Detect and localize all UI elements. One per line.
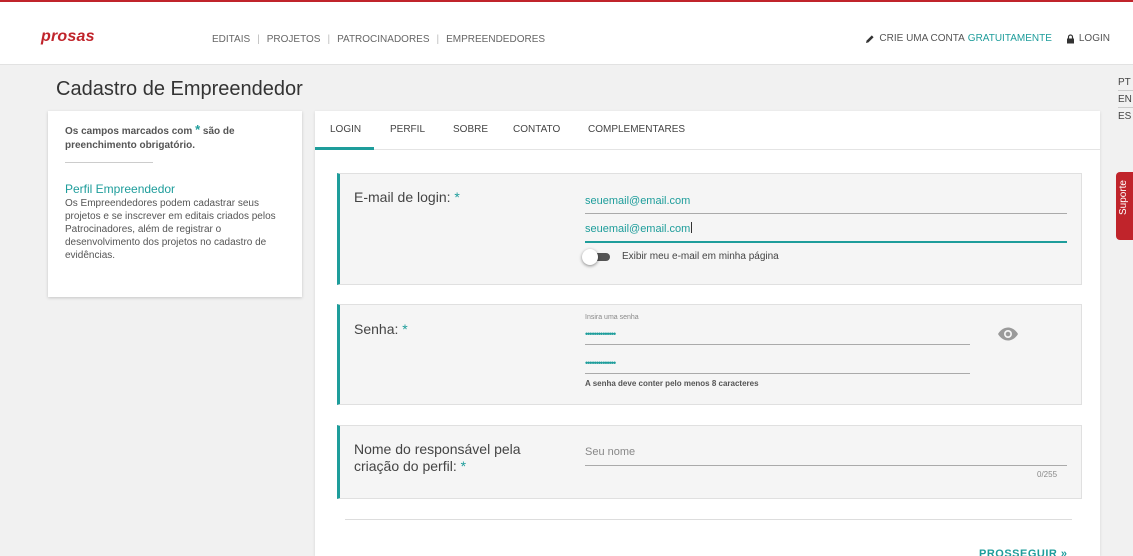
- name-label: Nome do responsável pela criação do perf…: [354, 441, 574, 475]
- tab-complementares[interactable]: COMPLEMENTARES: [588, 124, 685, 135]
- lang-pt[interactable]: PT: [1118, 74, 1133, 91]
- nav-empreendedores[interactable]: EMPREENDEDORES: [446, 34, 545, 45]
- show-email-label: Exibir meu e-mail em minha página: [622, 251, 779, 262]
- tab-active-indicator: [315, 147, 374, 150]
- name-label-line2-wrap: criação do perfil: *: [354, 458, 574, 475]
- proceed-button[interactable]: PROSSEGUIR »: [979, 548, 1068, 556]
- create-account-link[interactable]: CRIE UMA CONTA GRATUITAMENTE: [865, 33, 1052, 44]
- name-label-line2: criação do perfil:: [354, 458, 457, 474]
- top-bar: prosas EDITAIS | PROJETOS | PATROCINADOR…: [0, 0, 1133, 65]
- required-star: *: [195, 122, 201, 137]
- eye-icon[interactable]: [997, 326, 1019, 342]
- password-mask: ••••••••••••••: [585, 329, 616, 339]
- password-section: Senha: * Insira uma senha ••••••••••••••…: [337, 304, 1082, 405]
- name-placeholder: Seu nome: [585, 446, 636, 458]
- create-account-accent: GRATUITAMENTE: [967, 33, 1052, 44]
- lang-en[interactable]: EN: [1118, 91, 1133, 108]
- password-hint: A senha deve conter pelo menos 8 caracte…: [585, 379, 759, 388]
- pencil-icon: [866, 34, 875, 43]
- lang-es[interactable]: ES: [1118, 108, 1133, 125]
- password-label: Senha: *: [354, 321, 408, 338]
- form-panel: LOGIN PERFIL SOBRE CONTATO COMPLEMENTARE…: [315, 111, 1100, 556]
- lock-icon: [1066, 33, 1074, 43]
- tab-sobre[interactable]: SOBRE: [453, 124, 488, 135]
- account-links: CRIE UMA CONTA GRATUITAMENTE LOGIN: [865, 33, 1110, 44]
- email-confirm-value: seuemail@email.com: [585, 223, 691, 235]
- language-switcher: PT EN ES: [1118, 74, 1133, 125]
- tab-perfil[interactable]: PERFIL: [390, 124, 425, 135]
- password-confirm-input[interactable]: ••••••••••••••: [585, 354, 970, 374]
- name-label-line1: Nome do responsável pela: [354, 441, 521, 457]
- toggle-knob: [582, 249, 598, 265]
- email-confirm-value-wrap: seuemail@email.com: [585, 222, 693, 235]
- support-tab[interactable]: Suporte: [1116, 172, 1133, 240]
- tab-contato[interactable]: CONTATO: [513, 124, 560, 135]
- tab-bar: LOGIN PERFIL SOBRE CONTATO COMPLEMENTARE…: [315, 111, 1100, 150]
- prosas-logo[interactable]: prosas: [41, 28, 95, 46]
- create-account-label: CRIE UMA CONTA: [879, 33, 965, 44]
- char-counter: 0/255: [1037, 470, 1058, 479]
- nav-editais[interactable]: EDITAIS: [212, 34, 250, 45]
- main-nav: EDITAIS | PROJETOS | PATROCINADORES | EM…: [212, 34, 545, 45]
- nav-projetos[interactable]: PROJETOS: [267, 34, 321, 45]
- login-link[interactable]: LOGIN: [1066, 33, 1110, 44]
- required-star: *: [454, 189, 460, 205]
- nav-separator: |: [327, 34, 331, 45]
- email-label: E-mail de login: *: [354, 189, 460, 206]
- email-value: seuemail@email.com: [585, 195, 691, 207]
- name-input[interactable]: Seu nome: [585, 440, 1067, 466]
- nav-separator: |: [257, 34, 260, 45]
- required-note: Os campos marcados com * são de preenchi…: [65, 123, 265, 153]
- name-section: Nome do responsável pela criação do perf…: [337, 425, 1082, 499]
- login-label: LOGIN: [1078, 33, 1110, 44]
- password-mini-label: Insira uma senha: [585, 314, 639, 321]
- show-email-toggle[interactable]: [582, 249, 612, 265]
- info-title: Perfil Empreendedor: [65, 182, 176, 196]
- nav-separator: |: [436, 34, 440, 45]
- nav-patrocinadores[interactable]: PATROCINADORES: [337, 34, 429, 45]
- page-title: Cadastro de Empreendedor: [56, 78, 303, 100]
- password-confirm-mask: ••••••••••••••: [585, 358, 616, 368]
- email-label-text: E-mail de login:: [354, 189, 451, 205]
- required-star: *: [460, 458, 467, 474]
- divider: [345, 519, 1072, 520]
- email-confirm-input[interactable]: seuemail@email.com: [585, 218, 1067, 243]
- text-caret: [691, 222, 693, 233]
- password-label-text: Senha:: [354, 321, 399, 337]
- support-label: Suporte: [1118, 180, 1129, 216]
- info-card: Os campos marcados com * são de preenchi…: [48, 111, 302, 297]
- email-input[interactable]: seuemail@email.com: [585, 190, 1067, 214]
- required-note-prefix: Os campos marcados com: [65, 126, 193, 137]
- info-text: Os Empreendedores podem cadastrar seus p…: [65, 198, 276, 261]
- required-star: *: [402, 321, 408, 337]
- divider: [65, 162, 153, 163]
- tab-login[interactable]: LOGIN: [330, 124, 361, 135]
- password-input[interactable]: ••••••••••••••: [585, 325, 970, 345]
- email-section: E-mail de login: * seuemail@email.com se…: [337, 173, 1082, 285]
